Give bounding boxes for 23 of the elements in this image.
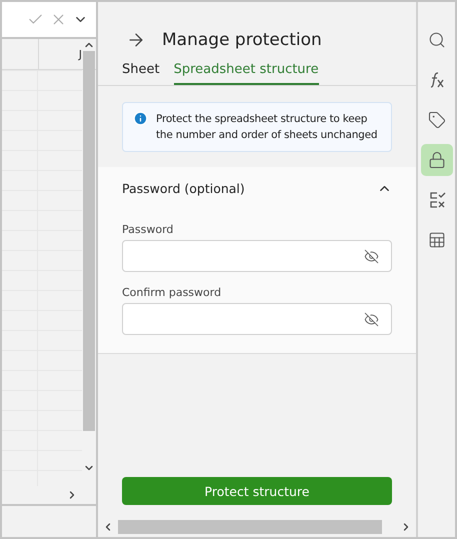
field-label: Password (122, 223, 174, 236)
section-title: Password (optional) (122, 180, 245, 196)
scrollbar-thumb[interactable] (83, 51, 95, 431)
eye-off-icon[interactable] (364, 248, 379, 264)
panel-title: Manage protection (162, 30, 322, 50)
protect-button[interactable]: Protect structure (122, 477, 392, 505)
lock-icon (428, 151, 446, 169)
info-text: Protect the spreadsheet structure to keep the number and order of sheets unchanged (156, 112, 378, 143)
field-label: Confirm password (122, 286, 222, 299)
sidebar-tool[interactable] (420, 144, 452, 176)
tab[interactable]: Spreadsheet structure (174, 60, 319, 85)
column-header: J (78, 48, 82, 61)
password-field[interactable] (122, 303, 392, 335)
checklist-icon (428, 191, 446, 209)
tab[interactable]: Sheet (122, 60, 160, 85)
tag-icon (428, 111, 446, 129)
password-field[interactable] (122, 240, 392, 272)
search-icon (428, 31, 446, 49)
table-icon (428, 231, 446, 249)
scrollbar-thumb[interactable] (118, 520, 382, 534)
info-icon (133, 111, 148, 126)
cell-grid[interactable] (2, 70, 82, 486)
eye-off-icon[interactable] (364, 312, 379, 326)
